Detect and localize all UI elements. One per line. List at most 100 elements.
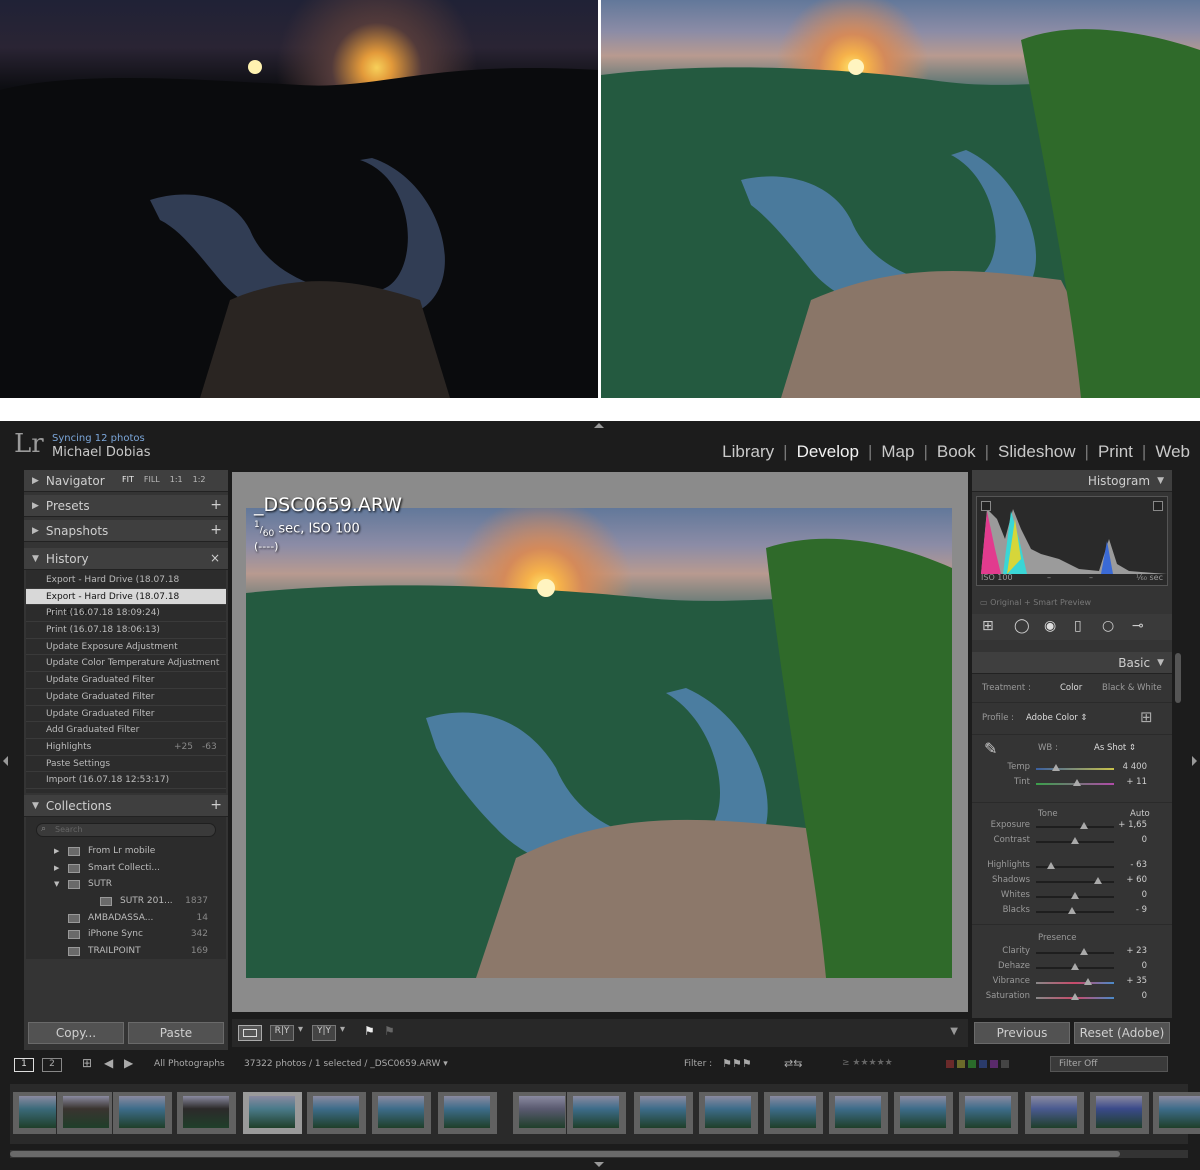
history-item[interactable]: Print (16.07.18 18:09:24) <box>26 605 226 623</box>
red-eye-icon[interactable]: ◉ <box>1044 618 1056 634</box>
slider-knob[interactable] <box>1071 837 1079 844</box>
slider-temp[interactable]: Temp 4 400 <box>972 762 1157 776</box>
filmstrip-thumbnail[interactable] <box>512 1092 572 1134</box>
crop-tool-icon[interactable]: ⊞ <box>982 618 994 634</box>
filmstrip-thumbnail[interactable] <box>698 1092 758 1134</box>
slider-tint[interactable]: Tint + 11 <box>972 777 1157 791</box>
slider-value[interactable]: - 63 <box>1117 860 1147 870</box>
swap-dropdown-icon[interactable]: ▾ <box>340 1024 345 1035</box>
profile-select[interactable]: Adobe Color ⇕ <box>1026 713 1088 723</box>
collection-search[interactable]: ⌕ Search <box>36 823 216 837</box>
flag-filter-icon[interactable]: ⚑⚑⚑ <box>722 1057 752 1070</box>
slider-vibrance[interactable]: Vibrance + 35 <box>972 976 1157 990</box>
history-item[interactable]: Update Exposure Adjustment <box>26 639 226 656</box>
slider-blacks[interactable]: Blacks - 9 <box>972 905 1157 919</box>
slider-knob[interactable] <box>1071 993 1079 1000</box>
page-2-button[interactable]: 2 <box>42 1058 62 1072</box>
filmstrip-scrollbar[interactable] <box>10 1150 1188 1158</box>
zoom-1-1[interactable]: 1:1 <box>170 475 183 484</box>
collection-item[interactable]: SUTR 201... 1837 <box>26 893 222 910</box>
module-slideshow[interactable]: Slideshow <box>998 442 1076 462</box>
zoom-fill[interactable]: FILL <box>144 475 160 484</box>
filmstrip-thumbnail[interactable] <box>828 1092 888 1134</box>
grid-view-icon[interactable]: ⊞ <box>82 1056 92 1070</box>
add-snapshot-button[interactable]: + <box>210 522 222 538</box>
rating-filter[interactable]: ≥ ★★★★★ <box>842 1058 893 1068</box>
history-item[interactable]: Export - Hard Drive (18.07.18 13:49:50) <box>26 588 226 618</box>
slider-value[interactable]: 0 <box>1117 961 1147 971</box>
slider-knob[interactable] <box>1046 862 1055 869</box>
profile-browser-icon[interactable]: ⊞ <box>1140 708 1153 726</box>
collapse-triangle-icon[interactable]: ▶ <box>54 860 59 877</box>
auto-tone-button[interactable]: Auto <box>1130 809 1150 819</box>
slider-value[interactable]: - 9 <box>1117 905 1147 915</box>
history-item[interactable]: Update Graduated Filter <box>26 689 226 706</box>
slider-track[interactable] <box>1036 826 1114 828</box>
slider-value[interactable]: + 60 <box>1117 875 1147 885</box>
slider-knob[interactable] <box>1071 963 1079 970</box>
before-after-icon[interactable]: R|Y <box>270 1025 294 1041</box>
collection-item[interactable]: ▼ SUTR <box>26 876 222 893</box>
history-item[interactable]: Highlights +25 -63 <box>26 739 226 756</box>
clear-history-button[interactable]: × <box>210 551 220 565</box>
filmstrip-thumbnail[interactable] <box>893 1092 953 1134</box>
slider-value[interactable]: + 1,65 <box>1117 820 1147 830</box>
left-collapse-arrow[interactable] <box>3 756 8 766</box>
filmstrip-thumbnail[interactable] <box>437 1092 497 1134</box>
slider-knob[interactable] <box>1084 978 1093 985</box>
treatment-bw[interactable]: Black & White <box>1102 683 1162 693</box>
filmstrip-thumbnail[interactable] <box>371 1092 431 1134</box>
adjustment-brush-icon[interactable]: ⊸ <box>1132 618 1144 634</box>
filmstrip-thumbnail[interactable] <box>763 1092 823 1134</box>
collection-item[interactable]: ▶ Smart Collecti... <box>26 860 222 877</box>
filmstrip-thumbnail[interactable] <box>633 1092 693 1134</box>
history-header[interactable]: ▼ History × <box>24 548 228 570</box>
slider-track[interactable] <box>1036 952 1114 954</box>
wb-select[interactable]: As Shot ⇕ <box>1094 743 1136 753</box>
collection-item[interactable]: ▶ From Lr mobile <box>26 843 222 860</box>
clipping-shadows-icon[interactable] <box>981 501 991 511</box>
slider-knob[interactable] <box>1067 907 1076 914</box>
filter-select[interactable]: Filter Off <box>1050 1056 1168 1072</box>
swap-view-icon[interactable]: Y|Y <box>312 1025 336 1041</box>
color-label-filter[interactable] <box>946 1060 1009 1068</box>
paste-button[interactable]: Paste <box>128 1022 224 1044</box>
history-item[interactable]: Import (16.07.18 12:53:17) <box>26 772 226 789</box>
add-collection-button[interactable]: + <box>210 797 222 813</box>
slider-knob[interactable] <box>1080 822 1089 829</box>
slider-value[interactable]: 0 <box>1117 890 1147 900</box>
history-item[interactable]: Paste Settings <box>26 756 226 773</box>
loupe-view-icon[interactable] <box>238 1025 262 1041</box>
slider-value[interactable]: 4 400 <box>1117 762 1147 772</box>
filmstrip-thumbnail[interactable] <box>566 1092 626 1134</box>
flag-pick-icon[interactable]: ⚑ <box>364 1024 375 1038</box>
slider-exposure[interactable]: Exposure + 1,65 <box>972 820 1157 834</box>
history-item[interactable]: Add Graduated Filter <box>26 722 226 739</box>
add-preset-button[interactable]: + <box>210 497 222 513</box>
back-arrow-icon[interactable]: ◀ <box>104 1056 113 1070</box>
spot-removal-icon[interactable]: ◯ <box>1014 618 1030 634</box>
slider-knob[interactable] <box>1079 948 1088 955</box>
treatment-color[interactable]: Color <box>1060 683 1082 693</box>
slider-clarity[interactable]: Clarity + 23 <box>972 946 1157 960</box>
collection-item[interactable]: AMBADASSA... 14 <box>26 910 222 927</box>
slider-value[interactable]: + 35 <box>1117 976 1147 986</box>
slider-value[interactable]: 0 <box>1117 835 1147 845</box>
previous-button[interactable]: Previous <box>974 1022 1070 1044</box>
clipping-highlights-icon[interactable] <box>1153 501 1163 511</box>
page-1-button[interactable]: 1 <box>14 1058 34 1072</box>
slider-knob[interactable] <box>1051 764 1060 771</box>
slider-dehaze[interactable]: Dehaze 0 <box>972 961 1157 975</box>
snapshots-header[interactable]: ▶ Snapshots + <box>24 520 228 542</box>
slider-knob[interactable] <box>1071 892 1079 899</box>
slider-value[interactable]: + 11 <box>1117 777 1147 787</box>
filmstrip-thumbnail[interactable] <box>1089 1092 1149 1134</box>
filmstrip-thumbnail[interactable] <box>1152 1092 1200 1134</box>
history-item[interactable]: Export - Hard Drive (18.07.18 13:50:34) <box>26 572 226 602</box>
collapse-triangle-icon[interactable]: ▶ <box>54 843 59 860</box>
reset-button[interactable]: Reset (Adobe) <box>1074 1022 1170 1044</box>
history-item[interactable]: Print (16.07.18 18:06:13) <box>26 622 226 639</box>
toolbar-menu-icon[interactable]: ▼ <box>950 1026 958 1037</box>
slider-saturation[interactable]: Saturation 0 <box>972 991 1157 1005</box>
histogram[interactable]: ISO 100 – – ¹⁄₆₀ sec <box>976 496 1168 586</box>
